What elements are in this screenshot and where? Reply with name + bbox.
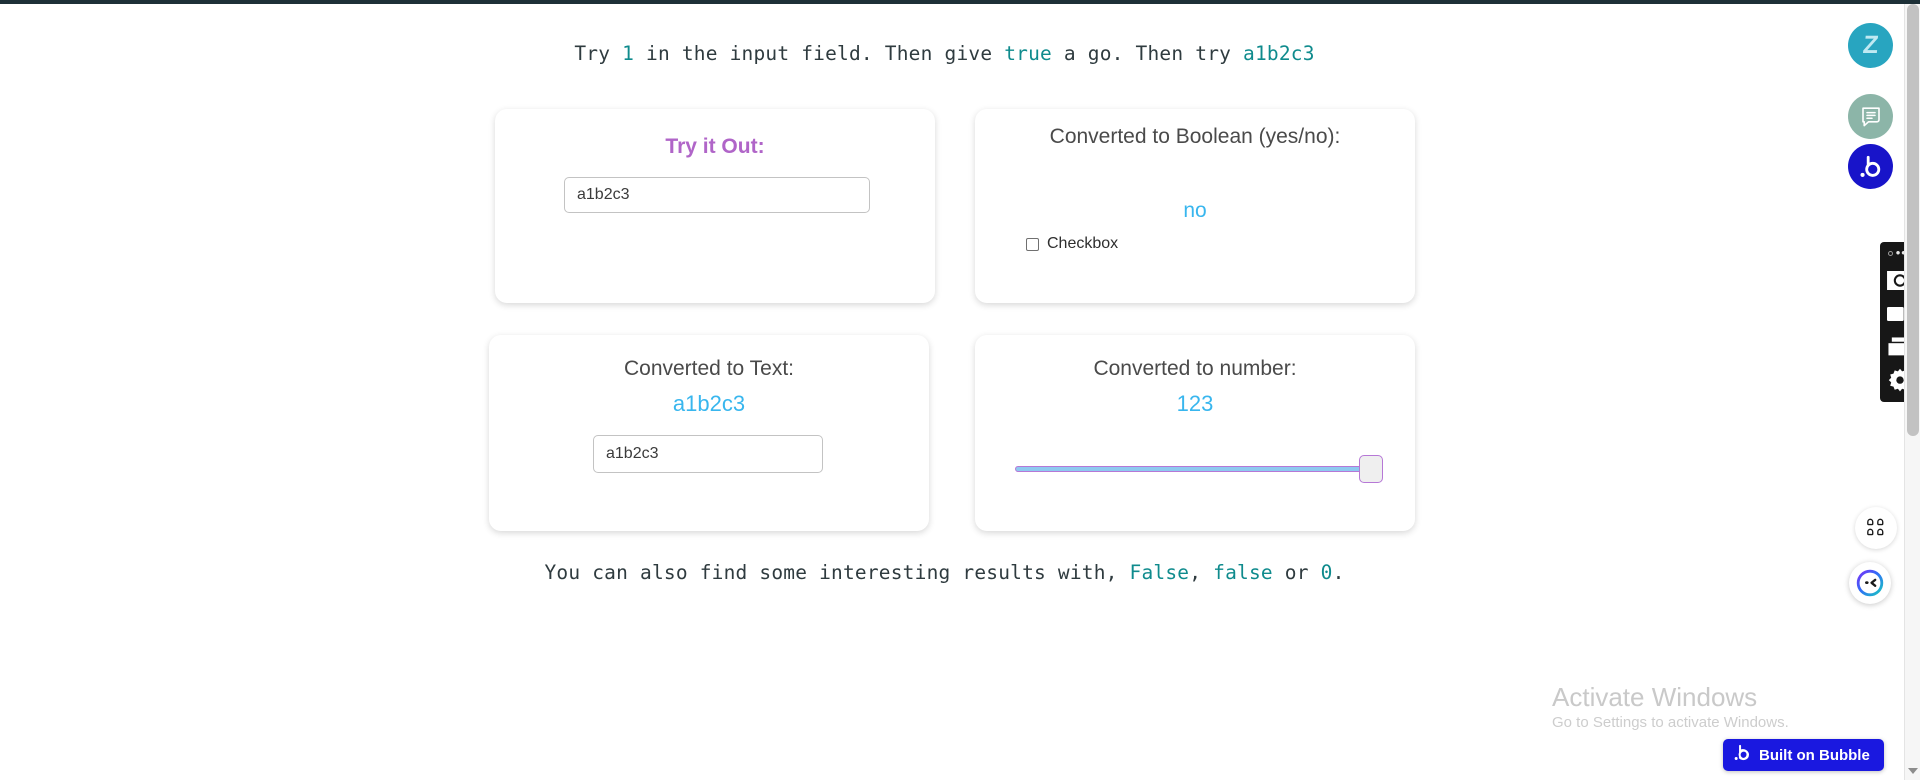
checkbox-icon[interactable]: [1026, 237, 1039, 251]
card-try-it-out: Try it Out:: [495, 109, 935, 303]
zoho-icon[interactable]: Z: [1848, 23, 1893, 68]
headline-token-1: 1: [622, 42, 635, 65]
apps-grid-icon: [1867, 518, 1884, 536]
activate-windows-watermark: Activate Windows Go to Settings to activ…: [1552, 682, 1852, 734]
boolean-result-value: no: [1183, 199, 1207, 222]
card-boolean-title: Converted to Boolean (yes/no):: [1049, 125, 1341, 148]
number-result-value: 123: [1176, 391, 1214, 416]
chat-assistant-button[interactable]: [1849, 562, 1891, 604]
page-canvas: Try 1 in the input field. Then give true…: [0, 4, 1920, 780]
zoho-z-glyph: Z: [1861, 31, 1880, 59]
page-scrollbar[interactable]: [1904, 4, 1920, 780]
scrollbar-thumb[interactable]: [1907, 4, 1919, 436]
boolean-checkbox-row[interactable]: Checkbox: [1026, 235, 1118, 253]
headline-token-3: true: [1004, 42, 1052, 65]
built-on-bubble-badge[interactable]: Built on Bubble: [1723, 739, 1884, 771]
footline-token-0: You can also find some interesting resul…: [544, 561, 1130, 584]
try-it-out-input[interactable]: [564, 177, 870, 213]
bubble-app-icon[interactable]: [1848, 144, 1893, 189]
footline-token-6: .: [1332, 561, 1345, 584]
scrollbar-down-arrow-icon[interactable]: [1908, 768, 1918, 774]
bubble-b-glyph: [1859, 155, 1880, 177]
headline-token-4: a go. Then try: [1051, 42, 1244, 65]
watermark-subtitle: Go to Settings to activate Windows.: [1552, 714, 1789, 731]
slider-track[interactable]: [1015, 466, 1383, 472]
apps-grid-button[interactable]: [1855, 507, 1897, 549]
card-converted-to-boolean: Converted to Boolean (yes/no): no Checkb…: [975, 109, 1415, 303]
headline-token-2: in the input field. Then give: [634, 42, 1005, 65]
document-assistant-icon[interactable]: [1848, 94, 1893, 139]
card-converted-to-number: Converted to number: 123: [975, 335, 1415, 531]
watermark-title: Activate Windows: [1552, 682, 1758, 712]
bubble-badge-label: Built on Bubble: [1759, 746, 1870, 764]
instruction-headline: Try 1 in the input field. Then give true…: [0, 42, 1889, 65]
converted-text-input[interactable]: [593, 435, 823, 473]
slider-handle[interactable]: [1359, 455, 1383, 483]
footline-token-4: or: [1272, 561, 1321, 584]
card-try-it-out-title: Try it Out:: [665, 135, 765, 158]
headline-token-5: a1b2c3: [1243, 42, 1315, 65]
checkbox-label: Checkbox: [1047, 235, 1119, 252]
chat-assistant-icon: [1856, 569, 1884, 597]
card-number-title: Converted to number:: [1093, 357, 1297, 380]
number-slider[interactable]: [1015, 455, 1383, 483]
card-converted-to-text: Converted to Text: a1b2c3: [489, 335, 929, 531]
app-root: Try 1 in the input field. Then give true…: [0, 0, 1920, 780]
footline-token-1: False: [1129, 561, 1190, 584]
headline-token-0: Try: [574, 42, 623, 65]
instruction-footline: You can also find some interesting resul…: [0, 561, 1889, 584]
text-result-value: a1b2c3: [672, 391, 746, 416]
footline-token-3: false: [1213, 561, 1273, 584]
footline-token-5: 0: [1320, 561, 1333, 584]
bubble-logo-icon: [1733, 744, 1751, 767]
capture-record-dot-icon[interactable]: [1887, 250, 1893, 256]
card-text-title: Converted to Text:: [623, 357, 795, 380]
document-bubble-icon: [1861, 106, 1880, 126]
footline-token-2: ,: [1189, 561, 1214, 584]
